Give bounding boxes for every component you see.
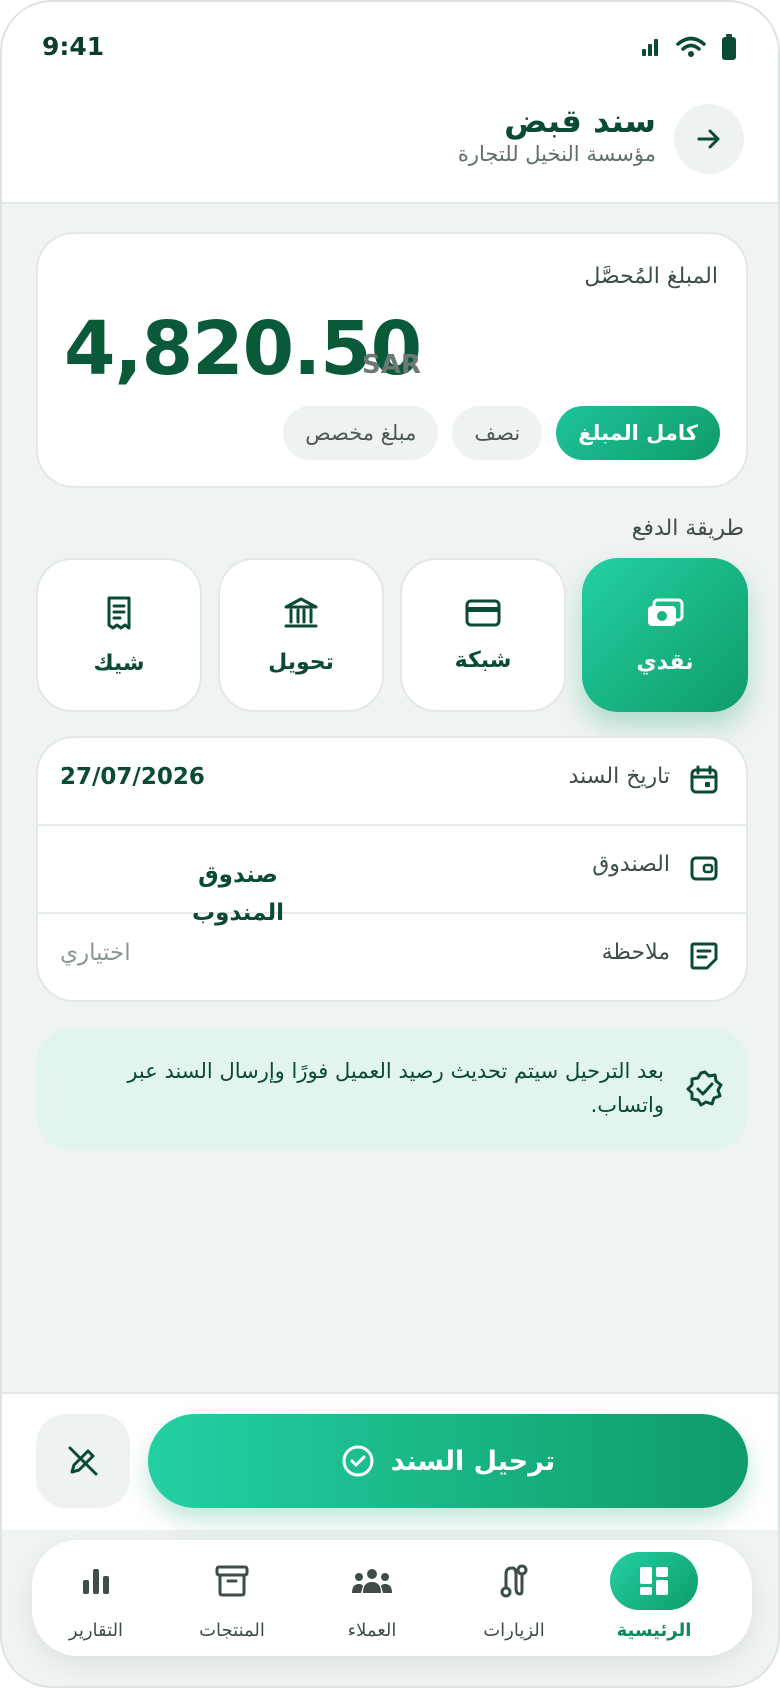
- nav-reports-icon-wrap: [52, 1552, 140, 1610]
- nav-products-icon-wrap: [188, 1552, 276, 1610]
- top-header: 9:41 سند قبض مؤسسة النخيل للتجارة: [2, 2, 778, 204]
- back-button[interactable]: [674, 104, 744, 174]
- page-subtitle: مؤسسة النخيل للتجارة: [457, 142, 656, 166]
- nav-customers-icon-wrap: [328, 1552, 416, 1610]
- wallet-icon: [690, 856, 718, 881]
- nav-products-label: المنتجات: [199, 1620, 265, 1641]
- box-icon: [215, 1565, 249, 1597]
- signal-icon: [642, 39, 658, 56]
- phone-screen: 9:41 سند قبض مؤسسة النخيل للتجارة المبلغ…: [0, 0, 780, 1688]
- amount-card: المبلغ المُحصَّل 4,820.50 SAR كامل المبل…: [36, 232, 748, 488]
- nav-visits[interactable]: الزيارات: [454, 1552, 574, 1648]
- payment-method-label: طريقة الدفع: [631, 516, 744, 541]
- amount-currency: SAR: [362, 350, 421, 380]
- status-icons: [640, 34, 736, 60]
- dashboard-icon: [640, 1567, 668, 1595]
- arrow-right-icon: [697, 129, 720, 149]
- chart-icon: [83, 1569, 109, 1594]
- info-text: بعد الترحيل سيتم تحديث رصيد العميل فورًا…: [127, 1059, 664, 1117]
- amount-options: كامل المبلغ نصف مبلغ مخصص: [283, 406, 720, 460]
- nav-visits-icon-wrap: [470, 1552, 558, 1610]
- full-amount-chip[interactable]: كامل المبلغ: [556, 406, 720, 460]
- post-receipt-label: ترحيل السند: [390, 1445, 556, 1477]
- amount-label: المبلغ المُحصَّل: [584, 264, 718, 289]
- details-card: تاريخ السند 27/07/2026 الصندوق صندوق الم…: [36, 736, 748, 1002]
- battery-icon: [722, 34, 736, 60]
- half-amount-chip[interactable]: نصف: [452, 406, 543, 460]
- edit-button[interactable]: [36, 1414, 130, 1508]
- bottom-nav: الرئيسية الزيارات العملاء المنتجات التقا…: [32, 1540, 752, 1656]
- verified-badge-icon: [686, 1070, 723, 1107]
- nav-home[interactable]: الرئيسية: [594, 1552, 714, 1648]
- method-cash[interactable]: نقدي: [582, 558, 748, 712]
- calendar-icon: [690, 765, 718, 794]
- route-icon: [500, 1564, 528, 1598]
- nav-customers-label: العملاء: [347, 1620, 397, 1641]
- nav-home-label: الرئيسية: [616, 1620, 692, 1641]
- cashbox-value-line1: صندوق: [198, 862, 278, 888]
- method-transfer[interactable]: تحويل: [218, 558, 384, 712]
- bank-icon: [284, 597, 318, 627]
- status-time: 9:41: [42, 32, 105, 61]
- nav-customers[interactable]: العملاء: [312, 1552, 432, 1648]
- method-cash-label: نقدي: [636, 649, 694, 675]
- receipt-icon: [107, 596, 131, 629]
- method-card-label: شبكة: [454, 647, 512, 673]
- date-row[interactable]: تاريخ السند 27/07/2026: [38, 738, 746, 826]
- payment-methods: نقدي شبكة تحويل شيك: [36, 558, 748, 712]
- custom-amount-chip[interactable]: مبلغ مخصص: [283, 406, 439, 460]
- date-label: تاريخ السند: [568, 764, 670, 789]
- note-row[interactable]: ملاحظة اختياري: [38, 914, 746, 1002]
- cashbox-label: الصندوق: [592, 852, 670, 877]
- method-transfer-label: تحويل: [268, 649, 334, 675]
- note-label: ملاحظة: [601, 940, 670, 965]
- nav-reports[interactable]: التقارير: [36, 1552, 156, 1648]
- method-cheque-label: شيك: [93, 650, 145, 676]
- nav-products[interactable]: المنتجات: [172, 1552, 292, 1648]
- method-cheque[interactable]: شيك: [36, 558, 202, 712]
- note-icon: [690, 942, 718, 970]
- cash-icon: [648, 598, 684, 626]
- nav-home-icon-wrap: [610, 1552, 698, 1610]
- page-title: سند قبض: [504, 102, 656, 140]
- note-input[interactable]: اختياري: [60, 940, 131, 966]
- post-receipt-button[interactable]: ترحيل السند: [148, 1414, 748, 1508]
- nav-visits-label: الزيارات: [483, 1620, 545, 1641]
- wifi-icon: [676, 36, 706, 57]
- nav-reports-label: التقارير: [68, 1620, 124, 1641]
- check-circle-icon: [342, 1445, 374, 1477]
- card-icon: [465, 599, 501, 626]
- action-bar: ترحيل السند: [2, 1392, 778, 1530]
- method-card[interactable]: شبكة: [400, 558, 566, 712]
- users-icon: [352, 1569, 392, 1593]
- date-value: 27/07/2026: [60, 764, 205, 790]
- info-notice: بعد الترحيل سيتم تحديث رصيد العميل فورًا…: [36, 1028, 748, 1150]
- pencil-slash-icon: [68, 1446, 98, 1476]
